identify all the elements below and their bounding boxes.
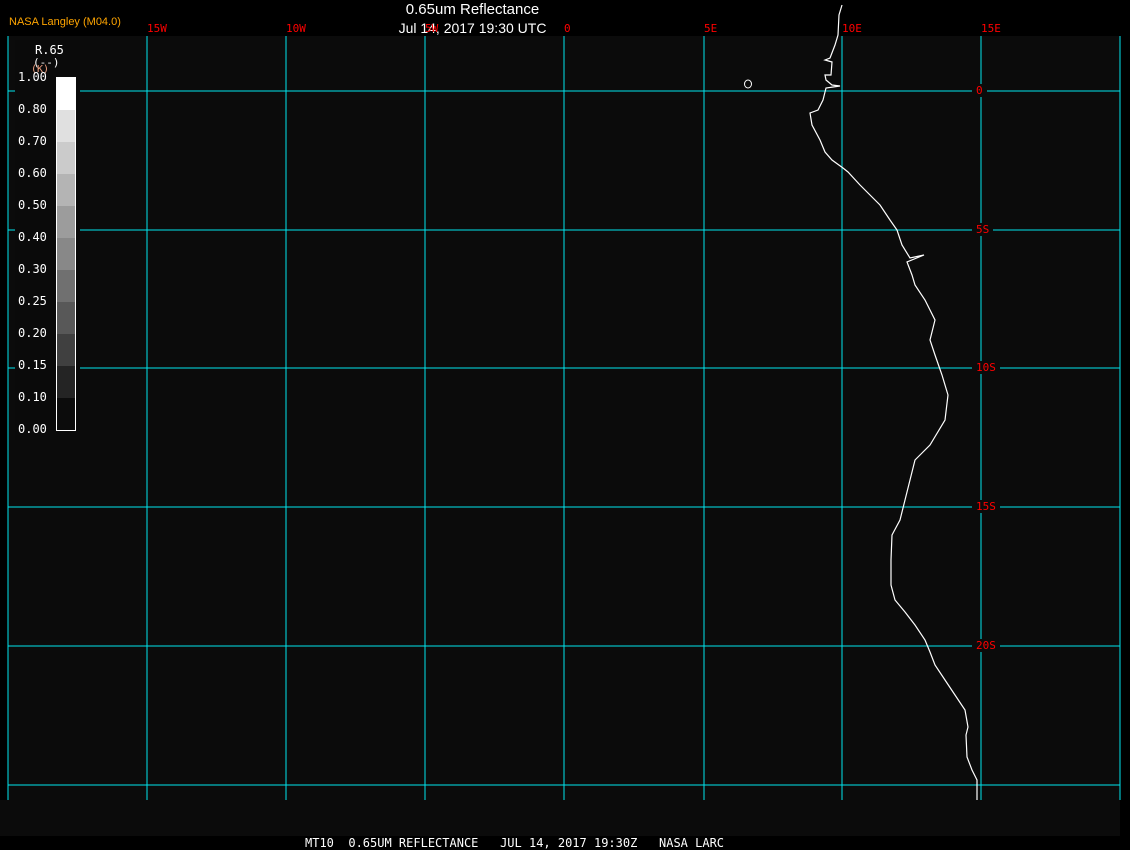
colorbar-segment (57, 366, 75, 398)
legend-tick-label: 0.00 (18, 422, 47, 436)
longitude-label: 15W (147, 22, 167, 35)
legend-tick-label: 0.10 (18, 390, 47, 404)
colorbar-segment (57, 206, 75, 238)
colorbar-segment (57, 334, 75, 366)
legend-tick-label: 1.00 (18, 70, 47, 84)
colorbar-segment (57, 174, 75, 206)
latitude-label: 5S (972, 223, 994, 236)
colorbar-segment (57, 238, 75, 270)
longitude-label: 10E (842, 22, 862, 35)
colorbar-segment (57, 142, 75, 174)
colorbar-segment (57, 302, 75, 334)
color-legend: R.65 (--) (K) 1.00 0.80 0.70 0.60 0.50 0.40 0.… (15, 40, 80, 440)
map-canvas (0, 4, 1121, 836)
colorbar-segment (57, 110, 75, 142)
latitude-label: 0 (972, 84, 987, 97)
footer-caption: MT10 0.65UM REFLECTANCE JUL 14, 2017 19:… (305, 836, 725, 850)
latitude-label: 10S (972, 361, 1000, 374)
longitude-label: 10W (286, 22, 306, 35)
latitude-label: 15S (972, 500, 1000, 513)
legend-tick-label: 0.60 (18, 166, 47, 180)
longitude-label: 5E (704, 22, 718, 35)
longitude-label: 0 (564, 22, 571, 35)
colorbar-segment (57, 78, 75, 110)
legend-tick-label: 0.20 (18, 326, 47, 340)
legend-tick-label: 0.80 (18, 102, 47, 116)
longitude-label: 5W (425, 22, 439, 35)
bottom-panel (0, 800, 1120, 836)
legend-tick-label: 0.25 (18, 294, 47, 308)
legend-variable-name: R.65 (35, 43, 64, 57)
colorbar-segment (57, 398, 75, 430)
colorbar (56, 77, 76, 431)
legend-tick-label: 0.40 (18, 230, 47, 244)
legend-tick-label: 0.30 (18, 262, 47, 276)
latitude-label: 20S (972, 639, 1000, 652)
longitude-label: 15E (981, 22, 1001, 35)
legend-tick-label: 0.70 (18, 134, 47, 148)
legend-tick-label: 0.15 (18, 358, 47, 372)
legend-tick-label: 0.50 (18, 198, 47, 212)
colorbar-segment (57, 270, 75, 302)
